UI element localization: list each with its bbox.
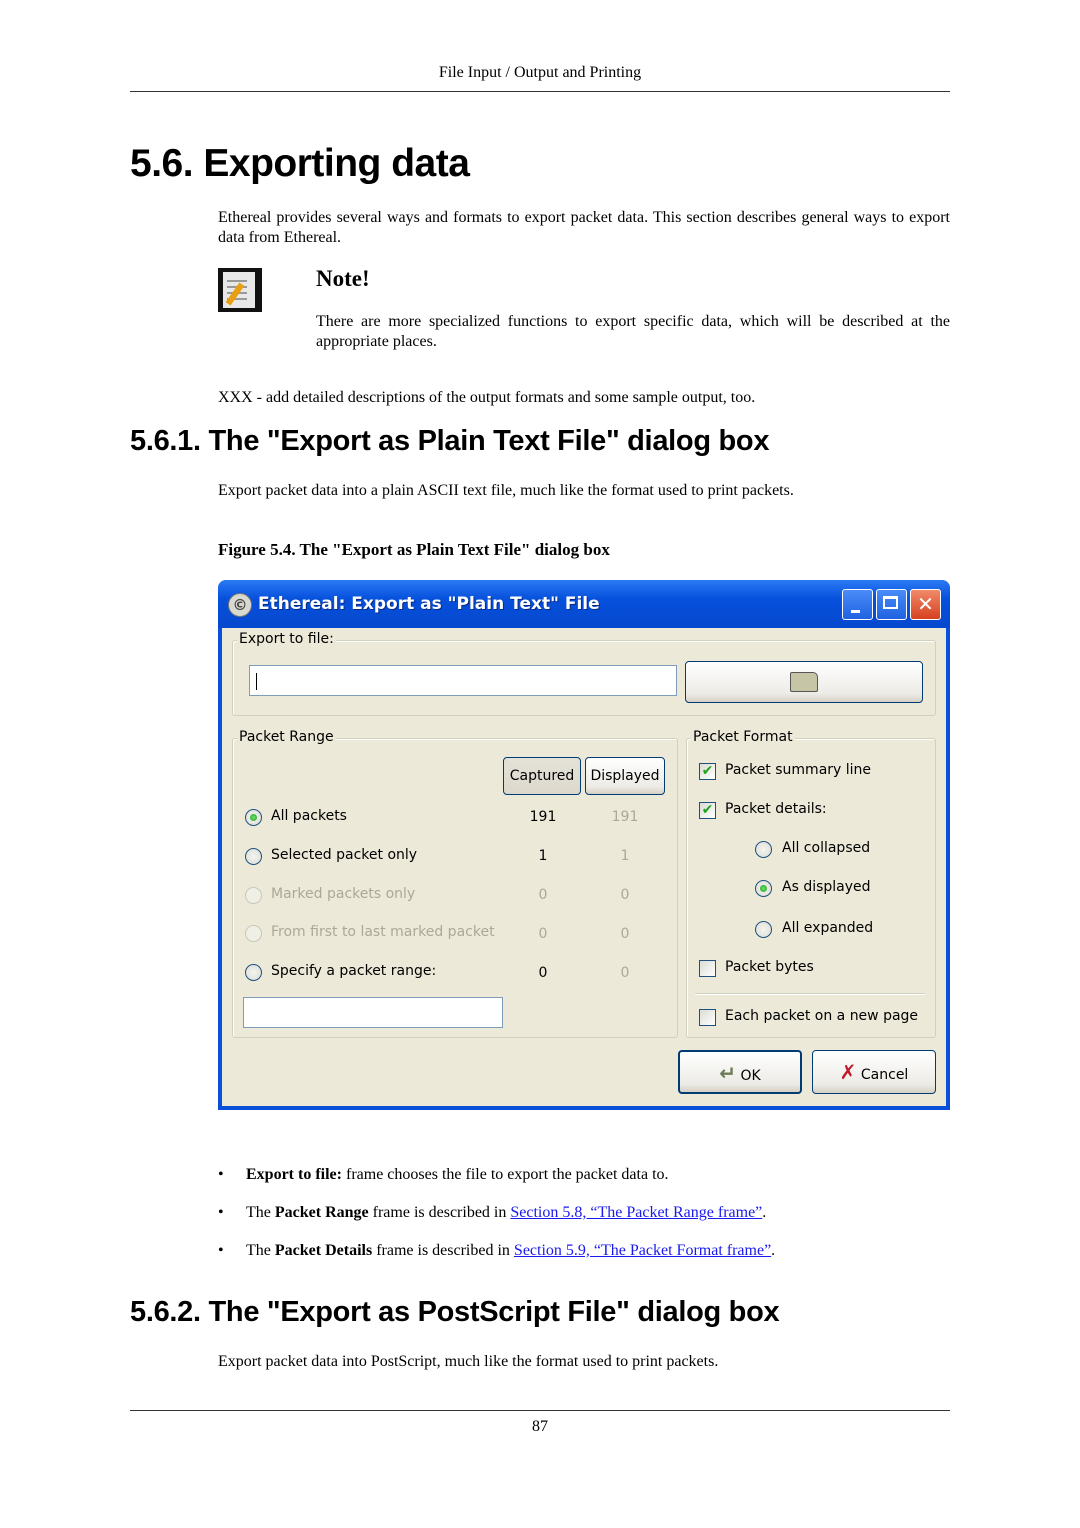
dialog-titlebar: © Ethereal: Export as "Plain Text" File …: [218, 580, 950, 628]
ok-button-label: OK: [740, 1068, 761, 1084]
displayed-button[interactable]: Displayed: [585, 757, 665, 795]
label-all-collapsed: All collapsed: [782, 840, 871, 856]
cancel-button[interactable]: ✗ Cancel: [812, 1050, 936, 1094]
running-header: File Input / Output and Printing: [438, 64, 642, 81]
intro-paragraph: Ethereal provides several ways and forma…: [218, 209, 950, 246]
bullet-text: frame chooses the file to export the pac…: [341, 1166, 669, 1183]
checkbox-packet-summary-line[interactable]: ✔: [699, 763, 716, 780]
radio-all-packets[interactable]: [245, 809, 262, 826]
dialog-client-area: Export to file: Packet Range Captured Di…: [222, 628, 946, 1106]
note-pencil-icon: [218, 268, 262, 312]
bullet-prefix: The: [246, 1204, 275, 1221]
checkbox-packet-bytes[interactable]: [699, 960, 716, 977]
section-title: 5.6. Exporting data: [130, 142, 470, 185]
subsection-plain-text-description: Export packet data into a plain ASCII te…: [218, 482, 794, 499]
packet-format-label: Packet Format: [691, 729, 795, 745]
bullet-bold: Packet Range: [274, 1204, 369, 1221]
figure-caption: Figure 5.4. The "Export as Plain Text Fi…: [218, 540, 610, 559]
export-to-file-frame: Export to file:: [232, 631, 936, 716]
displayed-count-first-last: 0: [620, 926, 630, 942]
note-title: Note!: [316, 266, 370, 291]
captured-count-first-last: 0: [538, 926, 548, 942]
radio-first-to-last-marked[interactable]: [245, 925, 262, 942]
bullet-prefix: The: [246, 1242, 275, 1259]
bullet-suffix: .: [762, 1204, 767, 1221]
displayed-count-selected: 1: [620, 848, 630, 864]
packet-format-frame: Packet Format ✔ Packet summary line ✔ Pa…: [686, 729, 936, 1038]
ethereal-app-icon: ©: [228, 593, 252, 617]
label-packet-details: Packet details:: [725, 801, 827, 817]
export-plain-text-dialog: © Ethereal: Export as "Plain Text" File …: [218, 580, 950, 1110]
label-packet-summary-line: Packet summary line: [725, 762, 872, 778]
captured-count-selected: 1: [538, 848, 548, 864]
ok-checkmark-icon: ↵: [719, 1061, 737, 1085]
close-button[interactable]: ✕: [910, 589, 941, 620]
radio-all-expanded[interactable]: [755, 921, 772, 938]
displayed-count-all: 191: [611, 809, 639, 825]
displayed-count-marked: 0: [620, 887, 630, 903]
todo-paragraph: XXX - add detailed descriptions of the o…: [218, 389, 756, 406]
browse-button[interactable]: [685, 661, 923, 703]
page-number: 87: [532, 1418, 548, 1435]
export-to-file-label: Export to file:: [237, 631, 336, 647]
label-first-to-last-marked: From first to last marked packet: [271, 924, 495, 940]
label-all-packets: All packets: [271, 808, 347, 824]
packet-range-label: Packet Range: [237, 729, 336, 745]
ok-button[interactable]: ↵ OK: [678, 1050, 802, 1094]
cancel-button-label: Cancel: [860, 1067, 909, 1083]
checkbox-packet-details[interactable]: ✔: [699, 802, 716, 819]
subsection-title-plain-text: 5.6.1. The "Export as Plain Text File" d…: [130, 425, 770, 457]
text-caret: [256, 673, 257, 690]
dialog-title: Ethereal: Export as "Plain Text" File: [258, 594, 600, 614]
footer-rule: [130, 1410, 950, 1411]
bullet-text: frame is described in: [368, 1204, 511, 1221]
bullet-suffix: .: [771, 1242, 776, 1259]
captured-button[interactable]: Captured: [503, 757, 581, 795]
format-separator: [695, 993, 925, 995]
maximize-button[interactable]: [876, 589, 907, 620]
bullet-bold: Packet Details: [274, 1242, 373, 1259]
subsection-postscript-description: Export packet data into PostScript, much…: [218, 1353, 719, 1370]
header-rule: [130, 91, 950, 92]
label-packet-bytes: Packet bytes: [725, 959, 814, 975]
radio-selected-packet[interactable]: [245, 848, 262, 865]
bullet-bold: Export to file:: [246, 1166, 342, 1183]
bullet-item: • The Packet Range frame is described in …: [218, 1204, 767, 1221]
captured-count-range: 0: [538, 965, 548, 981]
subsection-title-postscript: 5.6.2. The "Export as PostScript File" d…: [130, 1296, 780, 1328]
checkbox-each-packet-new-page[interactable]: [699, 1009, 716, 1026]
folder-open-icon: [790, 672, 818, 692]
captured-count-all: 191: [529, 809, 557, 825]
label-selected-packet: Selected packet only: [271, 847, 418, 863]
label-as-displayed: As displayed: [782, 879, 871, 895]
label-all-expanded: All expanded: [782, 920, 874, 936]
cancel-x-icon: ✗: [839, 1060, 857, 1084]
packet-range-frame: Packet Range Captured Displayed All pack…: [232, 729, 678, 1038]
label-specify-range: Specify a packet range:: [271, 963, 437, 979]
radio-specify-range[interactable]: [245, 964, 262, 981]
export-file-input[interactable]: [249, 665, 677, 696]
radio-as-displayed[interactable]: [755, 880, 772, 897]
bullet-item: • The Packet Details frame is described i…: [218, 1242, 776, 1259]
captured-count-marked: 0: [538, 887, 548, 903]
displayed-count-range: 0: [620, 965, 630, 981]
note-text: There are more specialized functions to …: [316, 313, 950, 350]
minimize-button[interactable]: [842, 589, 873, 620]
packet-range-input[interactable]: [243, 997, 503, 1028]
radio-all-collapsed[interactable]: [755, 841, 772, 858]
link-packet-format-frame[interactable]: Section 5.9, “The Packet Format frame”: [514, 1242, 771, 1259]
radio-marked-packets[interactable]: [245, 887, 262, 904]
label-marked-packets: Marked packets only: [271, 886, 416, 902]
link-packet-range-frame[interactable]: Section 5.8, “The Packet Range frame”: [510, 1204, 762, 1221]
bullet-item: • Export to file: frame chooses the file …: [218, 1166, 669, 1183]
label-each-packet-new-page: Each packet on a new page: [725, 1008, 919, 1024]
bullet-text: frame is described in: [372, 1242, 514, 1259]
